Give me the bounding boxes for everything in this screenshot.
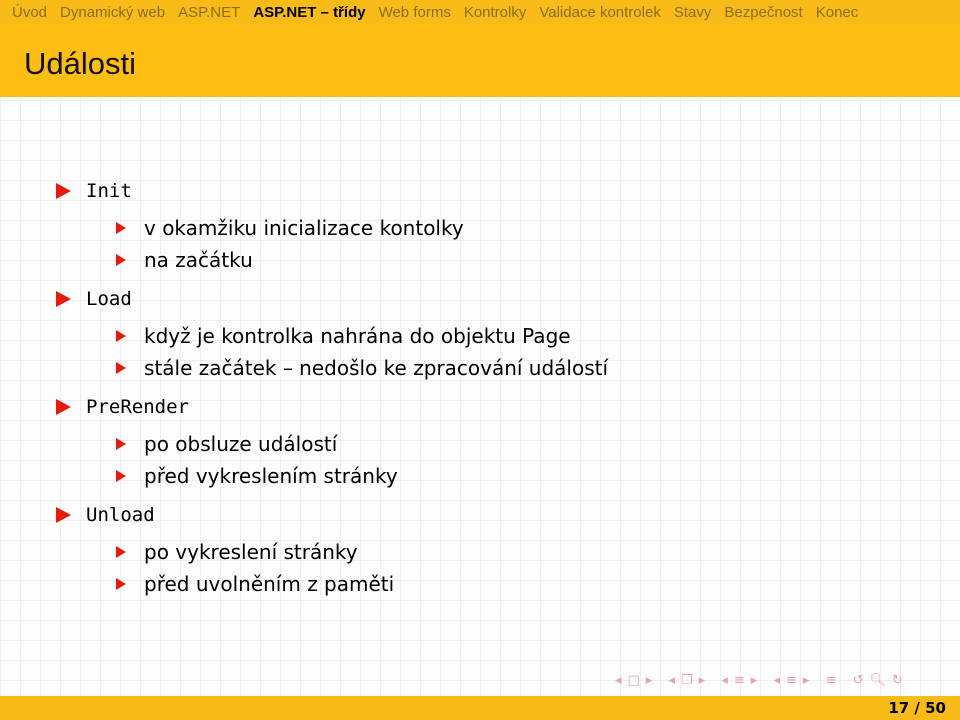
bullet-triangle-icon [116,438,126,450]
list-item: Unload [56,504,155,526]
bullet-triangle-icon [56,507,71,523]
sub-item-text: před uvolněním z paměti [144,572,395,596]
nav-item-konec[interactable]: Konec [816,4,859,21]
sub-item-text: před vykreslením stránky [144,464,398,488]
sub-item: v okamžiku inicializace kontolky [116,216,464,240]
nav-item-bezpecnost[interactable]: Bezpečnost [724,4,802,21]
bullet-triangle-icon [56,183,71,199]
section-navigation: Úvod Dynamický web ASP.NET ASP.NET – tří… [0,0,960,24]
bullet-triangle-icon [116,222,126,234]
sub-item-text: po vykreslení stránky [144,540,358,564]
bullet-triangle-icon [56,399,71,415]
section-nav-icon[interactable]: ◂≡▸ [721,673,763,688]
beamer-navigation-symbols: ◂□▸ ◂❐▸ ◂≡▸ ◂≡▸ ≡ ↺🔍︎↻ [615,673,909,688]
nav-item-dynamicky-web[interactable]: Dynamický web [60,4,165,21]
appendix-icon[interactable]: ≡ [826,673,843,688]
list-item: PreRender [56,396,189,418]
nav-item-aspnet[interactable]: ASP.NET [178,4,240,21]
sub-item: před uvolněním z paměti [116,572,394,596]
bullet-triangle-icon [116,362,126,374]
sub-item-text: stále začátek – nedošlo ke zpracování ud… [144,356,609,380]
bullet-triangle-icon [116,578,126,590]
title-bar: Události [0,24,960,97]
sub-item: na začátku [116,248,253,272]
bullet-triangle-icon [116,254,126,266]
sub-item-text: po obsluze událostí [144,432,338,456]
item-label: Load [86,288,132,310]
bullet-triangle-icon [116,546,126,558]
back-search-forward-icon[interactable]: ↺🔍︎↻ [853,673,909,688]
sub-item-text: když je kontrolka nahrána do objektu Pag… [144,324,571,348]
document-nav-icon[interactable]: ◂≡▸ [773,673,815,688]
item-label: Init [86,180,132,202]
nav-item-stavy[interactable]: Stavy [674,4,712,21]
bullet-triangle-icon [116,330,126,342]
nav-item-aspnet-tridy[interactable]: ASP.NET – třídy [253,4,365,21]
nav-item-validace[interactable]: Validace kontrolek [539,4,660,21]
frame-nav-icon[interactable]: ◂□▸ [615,673,658,688]
item-label: Unload [86,504,155,526]
list-item: Load [56,288,132,310]
sub-item: po obsluze událostí [116,432,337,456]
footer-bar: 17 / 50 [0,696,960,720]
slide-title: Události [24,46,136,81]
sub-item: stále začátek – nedošlo ke zpracování ud… [116,356,608,380]
bullet-triangle-icon [56,291,71,307]
sub-item-text: na začátku [144,248,253,272]
sub-item-text: v okamžiku inicializace kontolky [144,216,464,240]
sub-item: před vykreslením stránky [116,464,398,488]
item-label: PreRender [86,396,189,418]
nav-item-kontrolky[interactable]: Kontrolky [464,4,527,21]
page-number: 17 / 50 [888,699,946,717]
bullet-triangle-icon [116,470,126,482]
list-item: Init [56,180,132,202]
nav-item-web-forms[interactable]: Web forms [379,4,451,21]
sub-item: když je kontrolka nahrána do objektu Pag… [116,324,571,348]
sub-item: po vykreslení stránky [116,540,358,564]
subsection-nav-icon[interactable]: ◂❐▸ [668,673,711,688]
nav-item-uvod[interactable]: Úvod [12,4,47,21]
